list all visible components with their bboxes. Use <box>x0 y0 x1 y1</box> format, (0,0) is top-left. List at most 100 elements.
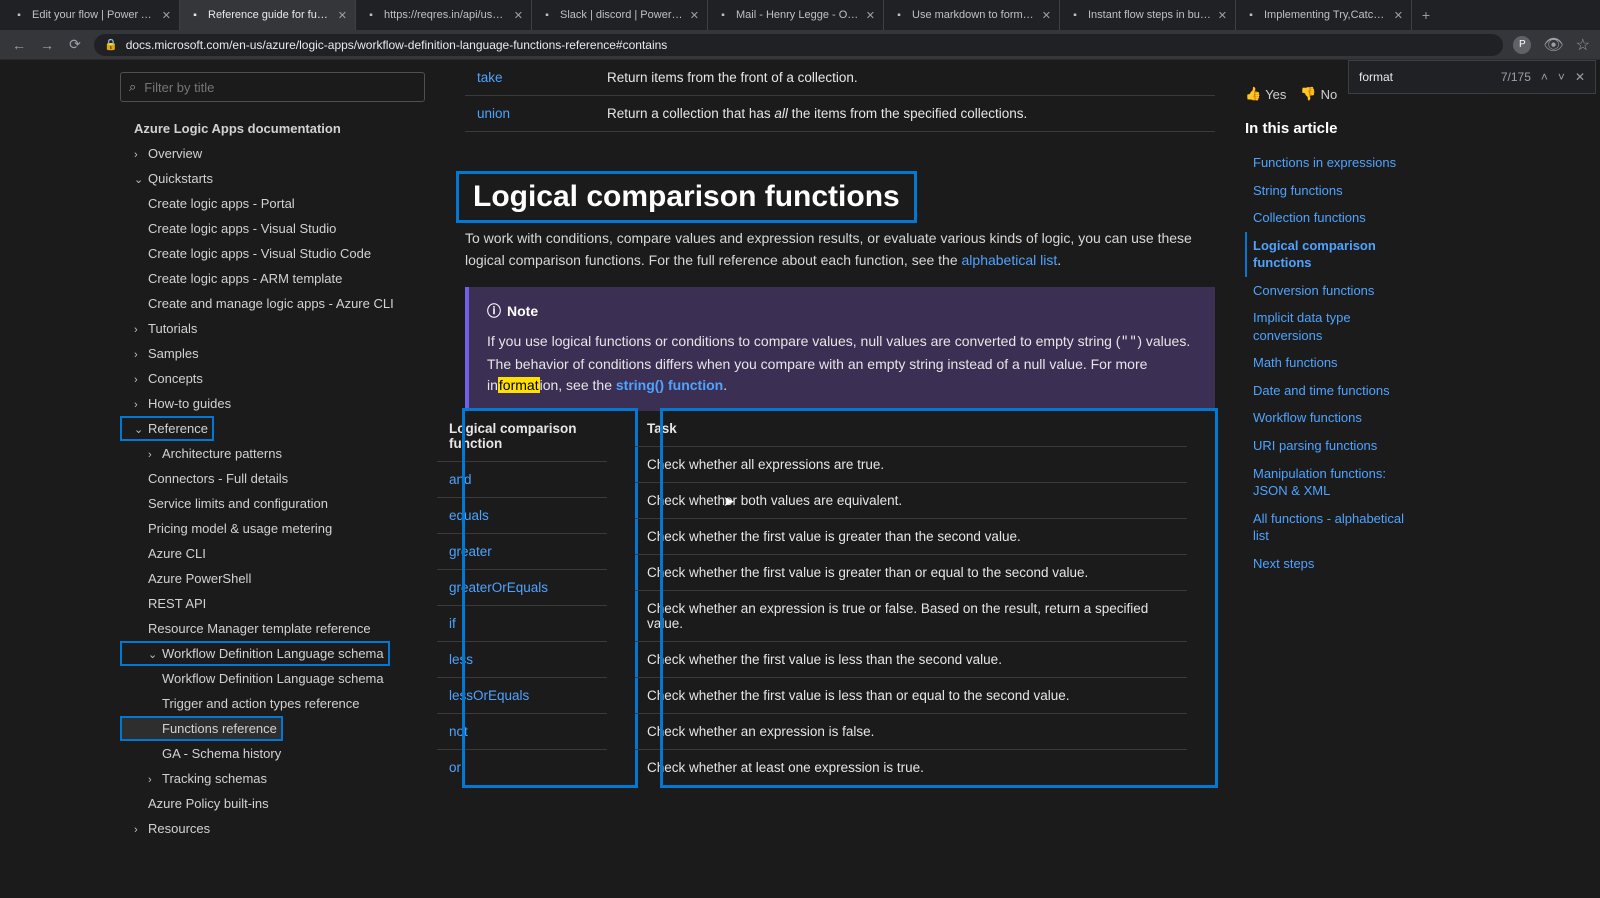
star-icon[interactable]: ☆ <box>1576 35 1590 55</box>
nav-wdls-functions[interactable]: Functions reference <box>120 716 283 741</box>
col-header-fn: Logical comparison function <box>437 411 607 462</box>
feedback-yes[interactable]: 👍Yes <box>1245 86 1286 102</box>
eye-off-icon[interactable]: 👁 <box>1543 35 1563 55</box>
toc-item[interactable]: All functions - alphabetical list <box>1245 505 1415 550</box>
nav-architecture[interactable]: ›Architecture patterns <box>120 441 425 466</box>
find-query[interactable]: format <box>1359 70 1393 84</box>
browser-tab[interactable]: ▪Instant flow steps in busine✕ <box>1060 0 1236 30</box>
fn-link[interactable]: take <box>477 70 503 85</box>
new-tab-button[interactable]: + <box>1412 0 1440 30</box>
toc-item[interactable]: Functions in expressions <box>1245 149 1415 177</box>
address-bar[interactable]: 🔒 docs.microsoft.com/en-us/azure/logic-a… <box>94 34 1503 56</box>
nav-ps[interactable]: Azure PowerShell <box>120 566 425 591</box>
filter-box[interactable]: ⌕ <box>120 72 425 102</box>
nav-rest[interactable]: REST API <box>120 591 425 616</box>
col-header-task: Task <box>635 411 1187 447</box>
nav-cli[interactable]: Azure CLI <box>120 541 425 566</box>
fn-link[interactable]: or <box>449 760 461 775</box>
fn-link[interactable]: less <box>449 652 473 667</box>
chevron-down-icon: ⌄ <box>148 648 158 661</box>
table-row: lessOrEquals <box>437 678 607 714</box>
task-cell: Check whether at least one expression is… <box>635 750 1187 786</box>
note-box: ⓘNote If you use logical functions or co… <box>465 287 1215 411</box>
string-fn-link[interactable]: string() function <box>616 377 723 393</box>
favicon-icon: ▪ <box>12 8 26 22</box>
nav-wdls[interactable]: ⌄Workflow Definition Language schema <box>120 641 390 666</box>
browser-tab[interactable]: ▪Use markdown to format Po✕ <box>884 0 1060 30</box>
nav-quickstarts[interactable]: ⌄Quickstarts <box>120 166 425 191</box>
fn-link[interactable]: lessOrEquals <box>449 688 529 703</box>
toc-item[interactable]: String functions <box>1245 177 1415 205</box>
alphabetical-link[interactable]: alphabetical list <box>962 252 1058 268</box>
toc-item[interactable]: Math functions <box>1245 349 1415 377</box>
browser-tab[interactable]: ▪https://reqres.in/api/users?✕ <box>356 0 532 30</box>
tab-close-icon[interactable]: ✕ <box>866 9 875 22</box>
tab-close-icon[interactable]: ✕ <box>690 9 699 22</box>
nav-samples[interactable]: ›Samples <box>120 341 425 366</box>
toc-item[interactable]: Collection functions <box>1245 204 1415 232</box>
nav-tracking[interactable]: ›Tracking schemas <box>120 766 425 791</box>
fn-link[interactable]: not <box>449 724 468 739</box>
nav-overview[interactable]: ›Overview <box>120 141 425 166</box>
find-next-icon[interactable]: ˅ <box>1558 70 1565 84</box>
nav-wdls-ga[interactable]: GA - Schema history <box>120 741 425 766</box>
toc-item[interactable]: Date and time functions <box>1245 377 1415 405</box>
forward-icon[interactable]: → <box>38 37 56 53</box>
nav-rm[interactable]: Resource Manager template reference <box>120 616 425 641</box>
nav-wdls-schema[interactable]: Workflow Definition Language schema <box>120 666 425 691</box>
back-icon[interactable]: ← <box>10 37 28 53</box>
nav-concepts[interactable]: ›Concepts <box>120 366 425 391</box>
fn-link[interactable]: greaterOrEquals <box>449 580 548 595</box>
fn-link[interactable]: if <box>449 616 456 631</box>
browser-tab[interactable]: ▪Edit your flow | Power Auto✕ <box>4 0 180 30</box>
tab-close-icon[interactable]: ✕ <box>1042 9 1051 22</box>
reload-icon[interactable]: ⟳ <box>66 36 84 53</box>
nav-item[interactable]: Create logic apps - ARM template <box>120 266 425 291</box>
toc-item[interactable]: URI parsing functions <box>1245 432 1415 460</box>
table-row: Check whether an expression is false. <box>635 714 1187 750</box>
nav-root[interactable]: Azure Logic Apps documentation <box>120 116 425 141</box>
fn-link[interactable]: greater <box>449 544 492 559</box>
toc-item[interactable]: Manipulation functions: JSON & XML <box>1245 460 1415 505</box>
nav-howto[interactable]: ›How-to guides <box>120 391 425 416</box>
browser-tab[interactable]: ▪Implementing Try,Catch an✕ <box>1236 0 1412 30</box>
toc-item[interactable]: Next steps <box>1245 550 1415 578</box>
nav-resources[interactable]: ›Resources <box>120 816 425 841</box>
nav-item[interactable]: Create and manage logic apps - Azure CLI <box>120 291 425 316</box>
browser-tab[interactable]: ▪Slack | discord | Power Aut✕ <box>532 0 708 30</box>
profile-avatar[interactable]: P <box>1513 36 1531 54</box>
find-prev-icon[interactable]: ˄ <box>1541 70 1548 84</box>
nav-item[interactable]: Create logic apps - Visual Studio <box>120 216 425 241</box>
nav-limits[interactable]: Service limits and configuration <box>120 491 425 516</box>
fn-link[interactable]: equals <box>449 508 489 523</box>
find-in-page-bar: format 7/175 ˄ ˅ ✕ <box>1348 60 1596 94</box>
nav-item[interactable]: Create logic apps - Portal <box>120 191 425 216</box>
nav-policy[interactable]: Azure Policy built-ins <box>120 791 425 816</box>
tab-close-icon[interactable]: ✕ <box>162 9 171 22</box>
nav-tutorials[interactable]: ›Tutorials <box>120 316 425 341</box>
table-row: if <box>437 606 607 642</box>
toc-item[interactable]: Conversion functions <box>1245 277 1415 305</box>
nav-wdls-trigger[interactable]: Trigger and action types reference <box>120 691 425 716</box>
right-toc: 👍Yes 👎No In this article Functions in ex… <box>1245 60 1435 898</box>
nav-item[interactable]: Create logic apps - Visual Studio Code <box>120 241 425 266</box>
fn-desc: Return a collection that has all the ite… <box>595 96 1215 132</box>
nav-pricing[interactable]: Pricing model & usage metering <box>120 516 425 541</box>
toc-item[interactable]: Implicit data type conversions <box>1245 304 1415 349</box>
find-close-icon[interactable]: ✕ <box>1575 70 1585 84</box>
fn-link[interactable]: and <box>449 472 472 487</box>
toc-item[interactable]: Logical comparison functions <box>1245 232 1415 277</box>
tab-close-icon[interactable]: ✕ <box>1394 9 1403 22</box>
task-cell: Check whether all expressions are true. <box>635 447 1187 483</box>
tab-close-icon[interactable]: ✕ <box>514 9 523 22</box>
nav-connectors[interactable]: Connectors - Full details <box>120 466 425 491</box>
feedback-no[interactable]: 👎No <box>1300 86 1337 102</box>
toc-item[interactable]: Workflow functions <box>1245 404 1415 432</box>
browser-tab[interactable]: ▪Reference guide for functio✕ <box>180 0 356 30</box>
filter-input[interactable] <box>144 80 416 95</box>
tab-close-icon[interactable]: ✕ <box>1218 9 1227 22</box>
tab-close-icon[interactable]: ✕ <box>338 9 347 22</box>
fn-link[interactable]: union <box>477 106 510 121</box>
nav-reference[interactable]: ⌄Reference <box>120 416 214 441</box>
browser-tab[interactable]: ▪Mail - Henry Legge - Outlo✕ <box>708 0 884 30</box>
